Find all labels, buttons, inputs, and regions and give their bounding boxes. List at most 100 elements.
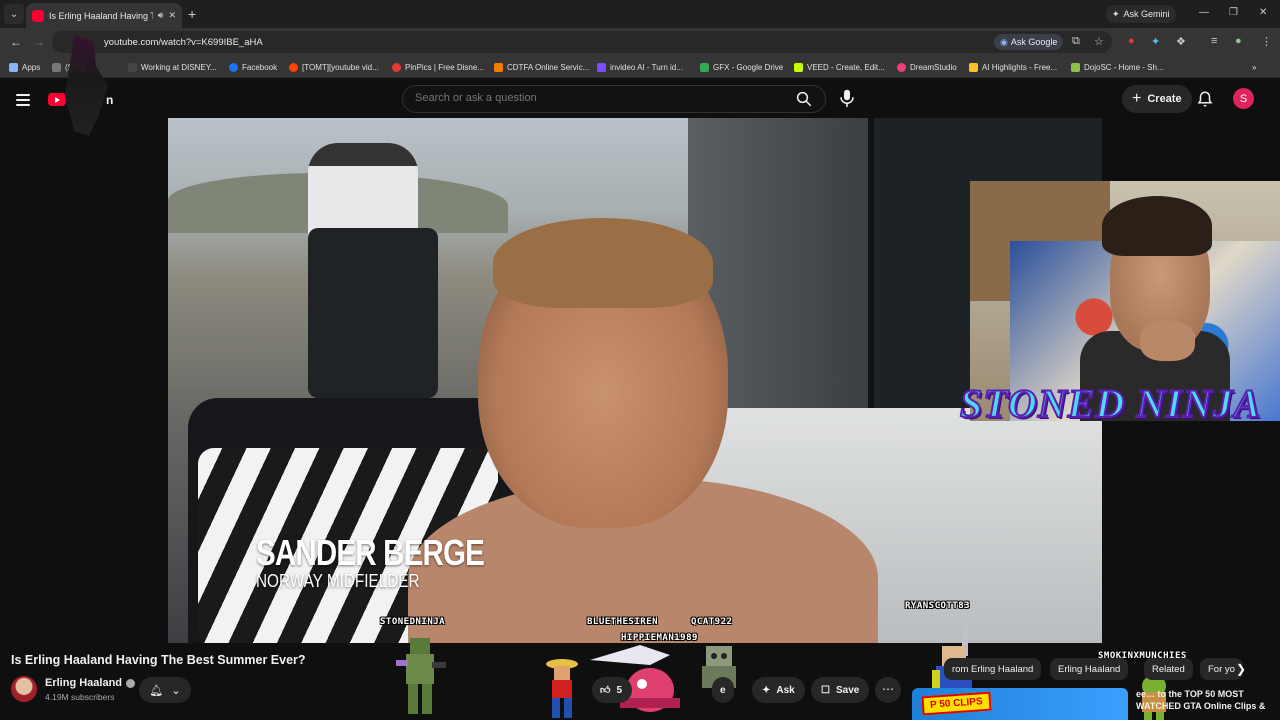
search-box[interactable]	[402, 85, 826, 113]
extension-record-icon[interactable]: ●	[1128, 35, 1135, 47]
reading-list-icon[interactable]: ≡	[1211, 35, 1217, 47]
ask-gemini-label: Ask Gemini	[1123, 9, 1170, 19]
lower-third-player-role: NORWAY MIDFIELDER	[256, 571, 420, 591]
bookmark-invideo[interactable]: invideo AI - Turn id...	[597, 60, 683, 74]
recommended-video-title[interactable]: ee… to the TOP 50 MOST WATCHED GTA Onlin…	[1136, 688, 1276, 712]
bookmark-label: CDTFA Online Servic...	[507, 62, 590, 72]
chip-related[interactable]: Related	[1144, 658, 1193, 680]
back-arrow-icon[interactable]: ←	[10, 35, 22, 49]
youtube-favicon-icon	[32, 9, 44, 22]
more-actions-icon[interactable]: ⋯	[875, 677, 901, 703]
bookmarks-bar: Apps (SLN) Working at DISNEY... Facebook…	[0, 56, 1280, 78]
bookmark-pinpics[interactable]: PinPics | Free Disne...	[392, 60, 484, 74]
speaker-icon[interactable]: 🔊︎	[158, 10, 164, 21]
bookmark-tomt[interactable]: [TOMT][youtube vid...	[289, 60, 379, 74]
chevron-down-icon: ⌄	[171, 684, 181, 697]
bookmark-facebook[interactable]: Facebook	[229, 60, 277, 74]
invideo-icon	[597, 62, 606, 72]
bookmark-disney[interactable]: Working at DISNEY...	[128, 60, 217, 74]
bookmark-gfx-drive[interactable]: GFX - Google Drive	[700, 60, 783, 74]
chip-channel[interactable]: Erling Haaland	[1050, 658, 1129, 680]
verified-check-icon	[126, 678, 136, 688]
search-input[interactable]	[415, 92, 775, 104]
extension-brand-icon[interactable]: ✦	[1151, 35, 1160, 48]
streamer-name-banner: STONED NINJA	[959, 380, 1262, 427]
install-app-icon[interactable]: ⧉	[1072, 35, 1080, 48]
like-button[interactable]: 👍︎ 5	[592, 677, 633, 703]
viewer-name: RYANSCOTT83	[905, 601, 971, 611]
hamburger-menu-icon[interactable]	[16, 94, 30, 106]
video-scene-chair	[308, 228, 438, 398]
new-tab-plus-icon[interactable]: +	[188, 6, 196, 22]
extensions-puzzle-icon[interactable]: ❖	[1176, 35, 1186, 48]
share-button[interactable]: e	[712, 677, 734, 703]
microphone-icon[interactable]	[838, 88, 856, 108]
viewer-sprite-soldier	[396, 638, 446, 714]
ask-gemini-button[interactable]: ✦ Ask Gemini	[1106, 5, 1176, 23]
address-bar[interactable]: youtube.com/watch?v=K699IBE_aHA	[52, 31, 1112, 53]
account-avatar[interactable]: S	[1233, 88, 1254, 109]
share-label: e	[720, 684, 726, 696]
thumbs-up-icon: 👍︎	[600, 685, 611, 696]
close-window-icon[interactable]: ✕	[1259, 7, 1267, 18]
cdtfa-icon	[494, 62, 503, 72]
notifications-bell-icon[interactable]	[1196, 90, 1214, 108]
browser-address-row: ← → youtube.com/watch?v=K699IBE_aHA	[0, 28, 1280, 56]
bookmark-star-icon[interactable]: ☆	[1094, 35, 1104, 48]
like-count: 5	[616, 684, 623, 696]
close-tab-icon[interactable]: ✕	[168, 10, 176, 21]
url-text: youtube.com/watch?v=K699IBE_aHA	[104, 36, 263, 48]
create-label: Create	[1147, 93, 1182, 105]
viewer-name: QCAT922	[691, 617, 733, 627]
tab-search-chevron-icon[interactable]: ⌄	[4, 4, 24, 24]
bookmark-cdtfa[interactable]: CDTFA Online Servic...	[494, 60, 589, 74]
facebook-icon	[229, 62, 238, 72]
bookmark-dojosc[interactable]: DojoSC - Home - Sh...	[1071, 60, 1164, 74]
channel-avatar[interactable]	[11, 676, 37, 702]
browser-menu-icon[interactable]: ⋮	[1261, 35, 1272, 48]
ask-google-button[interactable]: ◉ Ask Google	[994, 34, 1064, 50]
bookmark-veed[interactable]: VEED - Create, Edit...	[794, 60, 885, 74]
bell-outline-icon: 🔔︎	[149, 684, 164, 697]
video-title: Is Erling Haaland Having The Best Summer…	[11, 653, 306, 667]
bookmark-ai-highlights[interactable]: AI Highlights - Free...	[969, 60, 1057, 74]
google-lens-icon: ◉	[1000, 36, 1008, 47]
webcam-hand	[1140, 321, 1195, 361]
save-button[interactable]: ☐ Save	[811, 677, 870, 703]
dojosc-icon	[1071, 62, 1080, 72]
bookmark-label: DojoSC - Home - Sh...	[1084, 62, 1164, 72]
viewer-name: BLUETHESIREN	[587, 617, 659, 627]
search-icon[interactable]	[795, 90, 813, 108]
profile-icon[interactable]: ●	[1235, 35, 1242, 47]
forward-arrow-icon[interactable]: →	[33, 35, 45, 49]
bookmark-apps[interactable]: Apps	[9, 60, 40, 74]
create-button[interactable]: + Create	[1122, 85, 1192, 113]
browser-tab-title: Is Erling Haaland Having Th	[49, 10, 153, 21]
chips-next-chevron-icon[interactable]: ❯	[1236, 662, 1246, 676]
video-scene-hair	[493, 218, 713, 308]
recommended-video-thumbnail[interactable]: P 50 CLIPS	[912, 688, 1128, 720]
recommendation-chips: rom Erling Haaland Erling Haaland Relate…	[914, 658, 1280, 682]
chip-from-channel[interactable]: rom Erling Haaland	[944, 658, 1042, 680]
bookmark-dreamstudio[interactable]: DreamStudio	[897, 60, 957, 74]
bookmark-label: VEED - Create, Edit...	[807, 62, 885, 72]
thumbnail-badge: P 50 CLIPS	[921, 691, 992, 716]
browser-tab-active[interactable]: Is Erling Haaland Having Th 🔊︎ ✕	[26, 3, 182, 28]
bookmark-favicon-icon	[128, 62, 137, 72]
bookmarks-overflow-icon[interactable]: »	[1252, 60, 1256, 74]
youtube-logo-text: n	[106, 93, 114, 107]
subscribed-notifications-button[interactable]: 🔔︎ ⌄	[139, 677, 191, 703]
minimize-icon[interactable]: —	[1199, 7, 1209, 18]
bookmark-label: invideo AI - Turn id...	[610, 62, 683, 72]
channel-name: Erling Haaland	[45, 677, 123, 689]
restore-icon[interactable]: ❐	[1229, 7, 1238, 18]
youtube-logo-icon[interactable]	[48, 93, 66, 106]
ask-button[interactable]: ✦ Ask	[752, 677, 805, 703]
pinpics-icon	[392, 62, 401, 72]
plus-icon: +	[1132, 90, 1142, 107]
ask-label: Ask	[776, 684, 795, 696]
viewer-sprite-straw-hat	[546, 659, 578, 718]
channel-name-link[interactable]: Erling Haaland	[45, 677, 136, 689]
bookmark-label: AI Highlights - Free...	[982, 62, 1058, 72]
save-label: Save	[835, 684, 860, 696]
